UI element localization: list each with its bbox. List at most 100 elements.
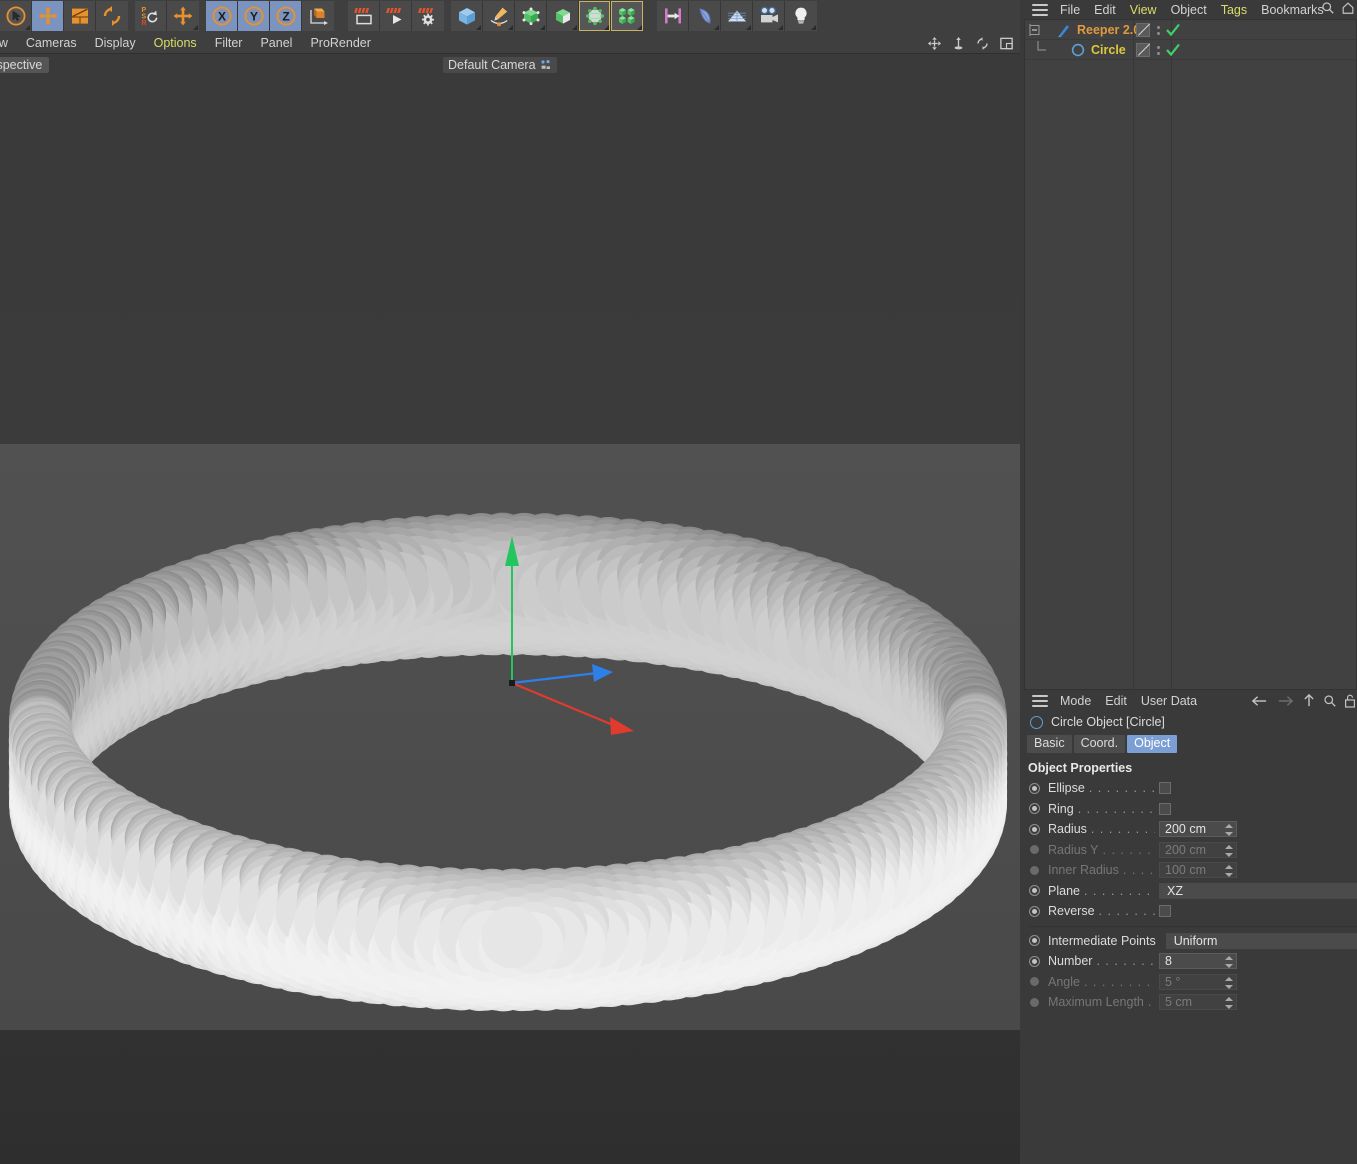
viewport-projection-label[interactable]: Perspective (0, 57, 50, 73)
pan-view-icon[interactable] (927, 36, 942, 51)
property-number-field[interactable]: 5 cm (1159, 994, 1237, 1011)
property-animate-radio[interactable] (1030, 977, 1039, 987)
attribute-manager-menu-edit[interactable]: Edit (1098, 694, 1134, 708)
object-manager-menu-view[interactable]: View (1123, 3, 1164, 17)
scene-floor-button[interactable] (721, 1, 753, 31)
viewport-camera-label[interactable]: Default Camera (443, 57, 557, 73)
rotate-view-icon[interactable] (975, 36, 990, 51)
dropdown-corner-marker[interactable] (778, 25, 783, 30)
home-icon[interactable] (1341, 1, 1355, 15)
number-spinner[interactable] (1225, 824, 1233, 837)
display-tag-icon[interactable] (1136, 43, 1150, 57)
property-checkbox[interactable] (1159, 802, 1171, 815)
axis-gizmo[interactable] (0, 44, 1020, 1164)
object-manager-row[interactable]: Reeper 2.07 (1025, 20, 1356, 40)
attribute-tab-coord[interactable]: Coord. (1073, 735, 1126, 753)
enable-checkmark-icon[interactable] (1165, 43, 1181, 57)
dropdown-corner-marker[interactable] (714, 25, 719, 30)
world-coordinates-button[interactable] (302, 1, 334, 31)
dropdown-corner-marker[interactable] (746, 25, 751, 30)
attribute-manager-menu-mode[interactable]: Mode (1053, 694, 1098, 708)
viewport-menu-panel[interactable]: Panel (251, 32, 301, 54)
lock-z-axis-button[interactable]: Z (270, 1, 302, 31)
dolly-view-icon[interactable] (951, 36, 966, 51)
property-animate-radio[interactable] (1030, 845, 1039, 855)
lock-y-axis-button[interactable]: Y (238, 1, 270, 31)
property-number-field[interactable]: 8 (1159, 953, 1237, 970)
viewport[interactable]: ViewCamerasDisplayOptionsFilterPanelProR… (0, 32, 1020, 1164)
render-view-button[interactable] (348, 1, 380, 31)
light-button[interactable] (785, 1, 817, 31)
display-tag-icon[interactable] (1136, 23, 1150, 37)
attribute-tab-object[interactable]: Object (1127, 735, 1178, 753)
attribute-manager-hamburger-icon[interactable] (1032, 695, 1048, 707)
object-manager-menu-bookmarks[interactable]: Bookmarks (1254, 3, 1331, 17)
number-spinner[interactable] (1225, 997, 1233, 1010)
property-number-field[interactable]: 200 cm (1159, 841, 1237, 858)
primitive-cube-button[interactable] (451, 1, 483, 31)
object-manager-menu-file[interactable]: File (1053, 3, 1087, 17)
property-animate-radio[interactable] (1029, 803, 1040, 815)
enable-checkmark-icon[interactable] (1165, 23, 1181, 37)
dropdown-corner-marker[interactable] (604, 25, 609, 30)
environment-button[interactable] (579, 1, 611, 31)
property-animate-radio[interactable] (1030, 997, 1039, 1007)
mograph-button[interactable] (611, 1, 643, 31)
visibility-dots[interactable] (1157, 25, 1160, 35)
maximize-view-icon[interactable] (999, 36, 1014, 51)
viewport-menu-options[interactable]: Options (145, 32, 206, 54)
viewport-menu-filter[interactable]: Filter (206, 32, 252, 54)
dropdown-corner-marker[interactable] (811, 25, 816, 30)
dropdown-corner-marker[interactable] (193, 25, 198, 30)
render-settings-button[interactable] (412, 1, 444, 31)
generator-button[interactable] (515, 1, 547, 31)
property-animate-radio[interactable] (1029, 955, 1040, 967)
property-dropdown[interactable]: Uniform (1165, 932, 1357, 949)
number-spinner[interactable] (1225, 976, 1233, 989)
viewport-menu-display[interactable]: Display (86, 32, 145, 54)
viewport-menu-cameras[interactable]: Cameras (17, 32, 86, 54)
visibility-dots[interactable] (1157, 45, 1160, 55)
number-spinner[interactable] (1225, 956, 1233, 969)
property-animate-radio[interactable] (1029, 885, 1040, 897)
expand-collapse-icon[interactable] (1025, 20, 1055, 40)
dropdown-corner-marker[interactable] (572, 25, 577, 30)
attribute-tab-basic[interactable]: Basic (1027, 735, 1072, 753)
deformer-tool-button[interactable] (689, 1, 721, 31)
rotate-tool[interactable] (96, 1, 128, 31)
forward-arrow-icon[interactable] (1276, 694, 1295, 708)
property-animate-radio[interactable] (1029, 905, 1040, 917)
property-dropdown[interactable]: XZ (1159, 882, 1357, 899)
spline-pen-button[interactable] (483, 1, 515, 31)
viewport-menu-prorender[interactable]: ProRender (301, 32, 379, 54)
object-manager-menu-object[interactable]: Object (1164, 3, 1214, 17)
live-selection-tool[interactable] (0, 1, 32, 31)
viewport-menu-view[interactable]: View (0, 32, 17, 54)
dropdown-corner-marker[interactable] (508, 25, 513, 30)
property-checkbox[interactable] (1159, 782, 1171, 795)
object-manager-tree[interactable]: Reeper 2.07 Circle (1024, 19, 1357, 690)
array-tool-button[interactable] (657, 1, 689, 31)
camera-button[interactable] (753, 1, 785, 31)
property-number-field[interactable]: 100 cm (1159, 862, 1237, 879)
object-manager-hamburger-icon[interactable] (1032, 3, 1048, 16)
object-manager-menu-edit[interactable]: Edit (1087, 3, 1123, 17)
scale-tool[interactable] (64, 1, 96, 31)
property-checkbox[interactable] (1159, 905, 1171, 918)
search-icon[interactable] (1323, 694, 1337, 708)
property-number-field[interactable]: 5 ° (1159, 973, 1237, 990)
lock-x-axis-button[interactable]: X (206, 1, 238, 31)
object-manager-row[interactable]: Circle (1025, 40, 1356, 60)
property-number-field[interactable]: 200 cm (1159, 821, 1237, 838)
dropdown-corner-marker[interactable] (540, 25, 545, 30)
dropdown-corner-marker[interactable] (25, 25, 30, 30)
object-manager-menu-tags[interactable]: Tags (1214, 3, 1254, 17)
property-animate-radio[interactable] (1029, 782, 1040, 794)
render-to-picture-viewer-button[interactable] (380, 1, 412, 31)
number-spinner[interactable] (1225, 844, 1233, 857)
property-animate-radio[interactable] (1029, 823, 1040, 835)
property-animate-radio[interactable] (1030, 865, 1039, 875)
up-arrow-icon[interactable] (1302, 693, 1316, 708)
back-arrow-icon[interactable] (1250, 694, 1269, 708)
property-animate-radio[interactable] (1029, 935, 1040, 947)
